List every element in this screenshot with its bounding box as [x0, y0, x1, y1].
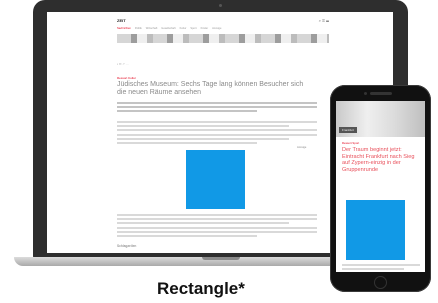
camera-icon [364, 92, 367, 95]
camera-icon [219, 4, 222, 7]
article-body-text [342, 264, 420, 272]
hero-tag: Frankfurt [339, 127, 358, 133]
nav-item[interactable]: Anzeige [212, 27, 221, 30]
site-logo[interactable]: ZEIT [117, 18, 126, 23]
header-icons[interactable]: ⌕ ✉ ☰ [319, 18, 329, 23]
article-body-text [117, 121, 317, 146]
article-title[interactable]: Der Traum beginnt jetzt: Eintracht Frank… [342, 147, 422, 173]
nav-item[interactable]: Kultur [180, 27, 187, 30]
phone-device: Frankfurt Ressort Sport Der Traum beginn… [330, 85, 431, 292]
article-body-text [117, 214, 317, 239]
laptop-notch [202, 257, 240, 260]
site-header: ZEIT ⌕ ✉ ☰ Nachrichten Politik Wirtschaf… [117, 18, 329, 50]
ad-label: Anzeige [297, 146, 307, 149]
nav-item[interactable]: Gesellschaft [161, 27, 175, 30]
share-bar[interactable]: ▪ ✉ ↗ ··· [117, 62, 129, 66]
nav-item[interactable]: Sport [190, 27, 196, 30]
article-category[interactable]: Ressort Sport [342, 141, 359, 145]
article-lead-text [117, 102, 317, 115]
ad-rectangle[interactable] [186, 150, 245, 209]
hero-image[interactable]: Frankfurt [336, 101, 425, 137]
nav-item[interactable]: Wirtschaft [146, 27, 158, 30]
section-subhead: Schlagzeilen [117, 244, 137, 248]
format-caption: Rectangle* [157, 279, 245, 298]
header-image-strip[interactable] [117, 34, 329, 43]
ad-rectangle[interactable] [346, 200, 405, 260]
nav-item[interactable]: Politik [135, 27, 142, 30]
home-button[interactable] [374, 276, 387, 289]
article-category[interactable]: Ressort Kultur [117, 76, 136, 80]
site-nav: Nachrichten Politik Wirtschaft Gesellsch… [117, 27, 329, 30]
speaker-icon [370, 92, 392, 95]
nav-item[interactable]: Kinder [201, 27, 209, 30]
article-title: Jüdisches Museum: Sechs Tage lang können… [117, 81, 304, 97]
nav-item[interactable]: Nachrichten [117, 27, 131, 30]
phone-screen: Frankfurt Ressort Sport Der Traum beginn… [336, 101, 425, 272]
